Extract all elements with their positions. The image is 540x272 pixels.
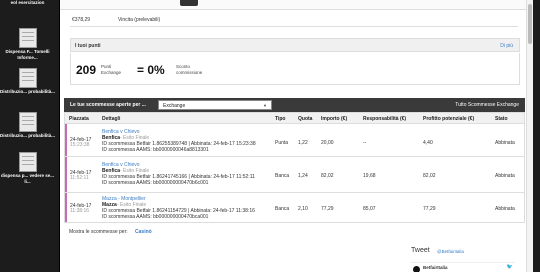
points-header: I tuoi punti Di più: [70, 38, 520, 52]
winnings-amount: €378,29: [72, 17, 91, 23]
col-header-profit: Profitto potenziale (€): [423, 116, 475, 122]
col-header-stake: Importo (€): [321, 116, 348, 122]
bet-aams-line: ID scommessa AAMS: bb0000000046a8813301: [102, 147, 209, 153]
bet-aams-line: ID scommessa AAMS: bb000000000470bca001: [102, 214, 209, 220]
bet-status: Abbinata: [495, 173, 515, 179]
bet-odds: 1,22: [298, 140, 308, 146]
show-bets-for: Mostra le scommesse per: Casinò: [69, 229, 152, 235]
desktop-icon-label: Dispensa F... Tomelli Informe...: [5, 49, 50, 60]
document-icon: [18, 152, 37, 172]
all-exchange-bets-link[interactable]: Tutto Scommesse Exchange: [455, 102, 519, 108]
casino-link[interactable]: Casinò: [135, 229, 152, 235]
col-header-status: Stato: [495, 116, 508, 122]
row-accent: [65, 157, 67, 192]
bet-type: Banca: [275, 173, 290, 179]
bet-time: 15:23:38: [70, 142, 90, 148]
desktop-icon-2[interactable]: Dispensa F... Tomelli Informe...: [0, 28, 55, 60]
bet-type: Punta: [275, 140, 289, 146]
exchange-select-value: Exchange: [163, 103, 186, 109]
chevron-down-icon: ▼: [263, 103, 267, 108]
bet-time: 11:52:11: [70, 175, 89, 181]
bet-status: Abbinata: [495, 140, 515, 146]
winnings-label: Vincita (prelevabili): [118, 17, 161, 23]
document-icon: [18, 28, 37, 48]
betfair-profile[interactable]: BetfairItalia 🐦: [411, 262, 515, 272]
bet-type: Banca: [275, 206, 290, 212]
bet-liability: --: [363, 140, 367, 146]
desktop-icon-1[interactable]: eol esercitazion: [0, 0, 55, 6]
row-accent: [65, 193, 67, 222]
points-label: Punti Exchange: [101, 64, 121, 75]
discount-label-line-1: Sconto: [176, 64, 191, 69]
top-tab[interactable]: [180, 0, 198, 6]
bet-liability: 85,07: [363, 206, 376, 212]
discount-label: Sconto commissione: [176, 64, 202, 75]
scrollbar-thumb[interactable]: [528, 4, 532, 44]
bet-stake: 82,02: [321, 173, 334, 179]
twitter-bird-icon: 🐦: [506, 264, 513, 270]
winnings-row: €378,29 Vincita (prelevabili): [70, 14, 518, 27]
desktop-icon-label: dispensa p... vedere se... li...: [0, 173, 55, 184]
document-icon: [18, 68, 37, 88]
bet-row[interactable]: 24-feb-17 11:52:11 Benfica v Chievo Benf…: [64, 157, 525, 193]
betfair-name: BetfairItalia: [423, 265, 448, 270]
col-header-details: Dettagli: [102, 116, 121, 122]
bet-odds: 1,24: [298, 173, 308, 179]
points-body: 209 Punti Exchange = 0% Sconto commissio…: [70, 53, 520, 85]
tweet-title: Tweet: [411, 247, 430, 254]
bet-odds: 2,10: [298, 206, 308, 212]
bet-profit: 77,29: [423, 206, 436, 212]
open-bets-title: Le tue scommesse aperte per ...: [70, 102, 146, 108]
desktop-icon-label: eol esercitazion: [10, 0, 45, 5]
desktop-icon-label: Distribuzio... probabilità...: [0, 133, 56, 138]
desktop-icon-label: Distribuzio... probabilità...: [0, 89, 56, 94]
col-header-placed: Piazzata: [69, 116, 89, 122]
discount-label-line-2: commissione: [176, 69, 203, 75]
col-header-liability: Responsabilità (€): [363, 116, 407, 122]
bet-liability: 19,68: [363, 173, 376, 179]
bet-status: Abbinata: [495, 206, 515, 212]
exchange-select[interactable]: Exchange ▼: [158, 100, 272, 110]
bet-stake: 77,29: [321, 206, 334, 212]
points-label-line-1: Punti: [101, 64, 112, 69]
points-title: I tuoi punti: [75, 43, 101, 49]
col-header-type: Tipo: [275, 116, 286, 122]
discount-value: = 0%: [137, 63, 165, 77]
open-bets-bar: Le tue scommesse aperte per ... Exchange…: [64, 98, 525, 112]
show-bets-label: Mostra le scommesse per:: [69, 229, 128, 235]
bets-table-header: Piazzata Dettagli Tipo Quota Importo (€)…: [64, 112, 525, 124]
bet-profit: 82,02: [423, 173, 436, 179]
tweet-handle[interactable]: @Betfairitalia: [437, 249, 464, 254]
points-value: 209: [76, 63, 97, 77]
bet-profit: 4,40: [423, 140, 433, 146]
points-label-line-2: Exchange: [101, 69, 122, 75]
bet-time: 11:38:16: [70, 208, 90, 214]
col-header-odds: Quota: [298, 116, 313, 122]
more-link[interactable]: Di più: [500, 43, 513, 49]
betfair-logo-icon: [413, 266, 420, 272]
desktop-icon-4[interactable]: Distribuzio... probabilità...: [0, 112, 55, 139]
scrollbar[interactable]: [526, 0, 533, 272]
bet-stake: 20,00: [321, 140, 334, 146]
document-icon: [18, 112, 37, 132]
tweet-widget: Tweet @Betfairitalia: [411, 247, 464, 254]
bet-row[interactable]: 24-feb-17 11:38:16 Mazza - Montpellier M…: [64, 193, 525, 223]
top-bar: [60, 0, 533, 10]
row-accent: [65, 124, 67, 156]
bet-row[interactable]: 24-feb-17 15:23:38 Benfica v Chievo Benf…: [64, 124, 525, 157]
desktop-icon-5[interactable]: dispensa p... vedere se... li...: [0, 152, 55, 184]
bet-aams-line: ID scommessa AAMS: bb000000000470b6c001: [102, 180, 209, 186]
desktop-icon-3[interactable]: Distribuzio... probabilità...: [0, 68, 55, 95]
